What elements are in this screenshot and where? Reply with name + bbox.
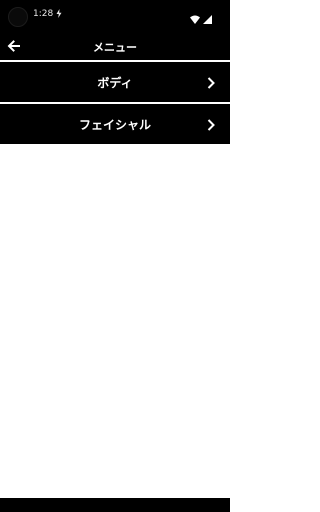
page-title: メニュー	[93, 41, 137, 54]
status-bar: 1:28	[0, 0, 230, 32]
chevron-right-icon	[206, 117, 216, 131]
chevron-right-icon	[206, 75, 216, 89]
menu-item-facial[interactable]: フェイシャル	[0, 104, 230, 144]
navigation-bar	[0, 498, 230, 512]
camera-cutout	[8, 7, 28, 27]
menu-item-body[interactable]: ボディ	[0, 62, 230, 102]
wifi-icon	[190, 9, 200, 28]
content-area	[0, 144, 230, 498]
menu-item-label: ボディ	[97, 76, 133, 90]
charging-icon	[56, 9, 62, 20]
menu-item-label: フェイシャル	[78, 118, 151, 132]
signal-icon	[203, 9, 212, 28]
status-icons	[190, 9, 212, 28]
status-time: 1:28	[33, 9, 54, 19]
app-bar: メニュー	[0, 32, 230, 60]
